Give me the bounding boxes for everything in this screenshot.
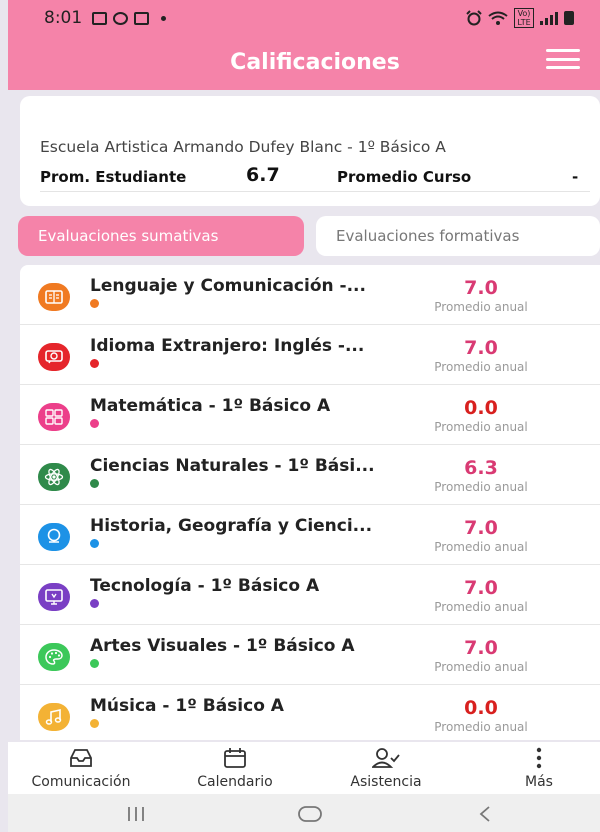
atom-icon bbox=[38, 463, 70, 491]
calculator-icon bbox=[38, 403, 70, 431]
status-time: 8:01 bbox=[44, 8, 83, 28]
inbox-icon bbox=[69, 746, 93, 770]
youtube-notification-icon bbox=[134, 11, 150, 25]
subject-grade: 0.0 bbox=[464, 697, 498, 719]
grade-label: Promedio anual bbox=[434, 300, 528, 314]
subject-color-dot bbox=[90, 479, 99, 488]
grade-label: Promedio anual bbox=[434, 720, 528, 734]
status-bar: 8:01 Vo) LTE bbox=[8, 0, 600, 36]
gallery-notification-icon bbox=[92, 11, 108, 25]
calendar-icon bbox=[223, 746, 247, 770]
more-vertical-icon bbox=[536, 746, 542, 770]
subject-grade: 7.0 bbox=[464, 337, 498, 359]
subject-name: Idioma Extranjero: Inglés -... bbox=[90, 336, 365, 356]
more-notifications-icon bbox=[161, 15, 167, 21]
app-header: 8:01 Vo) LTE Calificaciones bbox=[8, 0, 600, 90]
subject-color-dot bbox=[90, 719, 99, 728]
subject-list[interactable]: Lenguaje y Comunicación -... 7.0 Promedio … bbox=[20, 265, 600, 740]
grade-label: Promedio anual bbox=[434, 540, 528, 554]
subject-row[interactable]: Artes Visuales - 1º Básico A 7.0 Promedio … bbox=[20, 625, 600, 685]
nav-label: Comunicación bbox=[31, 774, 131, 790]
grade-label: Promedio anual bbox=[434, 600, 528, 614]
subject-name: Matemática - 1º Básico A bbox=[90, 396, 331, 416]
subject-row[interactable]: Ciencias Naturales - 1º Bási... 6.3 Promed… bbox=[20, 445, 600, 505]
subject-name: Lenguaje y Comunicación -... bbox=[90, 276, 366, 296]
averages-row: Prom. Estudiante 6.7 Promedio Curso - bbox=[40, 164, 590, 192]
whatsapp-notification-icon bbox=[113, 11, 129, 25]
course-average-value: - bbox=[572, 168, 579, 186]
course-average-label: Promedio Curso bbox=[337, 168, 472, 186]
user-check-icon bbox=[372, 746, 400, 770]
volte-indicator: Vo) LTE bbox=[514, 8, 534, 28]
subject-row[interactable]: Idioma Extranjero: Inglés -... 7.0 Promedi… bbox=[20, 325, 600, 385]
nav-mas[interactable]: Más bbox=[502, 742, 576, 794]
signal-icon bbox=[540, 11, 558, 25]
nav-label: Calendario bbox=[197, 774, 273, 790]
wifi-icon bbox=[488, 11, 508, 25]
page-title: Calificaciones bbox=[230, 49, 400, 75]
tab-evaluaciones-sumativas[interactable]: Evaluaciones sumativas bbox=[18, 216, 304, 256]
hamburger-menu-icon[interactable] bbox=[546, 46, 580, 72]
student-average-label: Prom. Estudiante bbox=[40, 168, 187, 186]
subject-color-dot bbox=[90, 539, 99, 548]
subject-row[interactable]: Matemática - 1º Básico A 0.0 Promedio anua… bbox=[20, 385, 600, 445]
recent-apps-icon[interactable] bbox=[126, 806, 146, 822]
subject-name: Música - 1º Básico A bbox=[90, 696, 284, 716]
back-icon[interactable] bbox=[478, 806, 492, 822]
nav-calendario[interactable]: Calendario bbox=[182, 742, 288, 794]
subject-name: Artes Visuales - 1º Básico A bbox=[90, 636, 355, 656]
subject-grade: 7.0 bbox=[464, 637, 498, 659]
nav-label: Más bbox=[525, 774, 553, 790]
system-navigation-bar bbox=[8, 794, 600, 832]
alarm-icon bbox=[466, 10, 482, 26]
subject-row[interactable]: Música - 1º Básico A 0.0 Promedio anual bbox=[20, 685, 600, 740]
subject-grade: 6.3 bbox=[464, 457, 498, 479]
subject-grade: 7.0 bbox=[464, 577, 498, 599]
language-icon bbox=[38, 283, 70, 311]
subject-row[interactable]: Historia, Geografía y Cienci... 7.0 Promed… bbox=[20, 505, 600, 565]
nav-label: Asistencia bbox=[350, 774, 422, 790]
grade-label: Promedio anual bbox=[434, 480, 528, 494]
grade-label: Promedio anual bbox=[434, 420, 528, 434]
subject-name: Tecnología - 1º Básico A bbox=[90, 576, 320, 596]
tab-evaluaciones-formativas[interactable]: Evaluaciones formativas bbox=[316, 216, 600, 256]
subject-color-dot bbox=[90, 299, 99, 308]
subject-grade: 0.0 bbox=[464, 397, 498, 419]
nav-comunicacion[interactable]: Comunicación bbox=[16, 742, 146, 794]
subject-grade: 7.0 bbox=[464, 277, 498, 299]
palette-icon bbox=[38, 643, 70, 671]
battery-icon bbox=[564, 11, 574, 25]
subject-name: Historia, Geografía y Cienci... bbox=[90, 516, 373, 536]
student-average-value: 6.7 bbox=[246, 164, 280, 186]
foreign-language-icon bbox=[38, 343, 70, 371]
school-name: Escuela Artistica Armando Dufey Blanc - … bbox=[40, 138, 446, 156]
subject-color-dot bbox=[90, 419, 99, 428]
subject-color-dot bbox=[90, 659, 99, 668]
subject-color-dot bbox=[90, 599, 99, 608]
subject-grade: 7.0 bbox=[464, 517, 498, 539]
grade-label: Promedio anual bbox=[434, 360, 528, 374]
music-note-icon bbox=[38, 703, 70, 731]
bottom-navigation: Comunicación Calendario Asistencia Más bbox=[8, 742, 600, 794]
subject-color-dot bbox=[90, 359, 99, 368]
globe-icon bbox=[38, 523, 70, 551]
subject-row[interactable]: Lenguaje y Comunicación -... 7.0 Promedio … bbox=[20, 265, 600, 325]
nav-asistencia[interactable]: Asistencia bbox=[334, 742, 438, 794]
subject-row[interactable]: Tecnología - 1º Básico A 7.0 Promedio anua… bbox=[20, 565, 600, 625]
grade-label: Promedio anual bbox=[434, 660, 528, 674]
subject-name: Ciencias Naturales - 1º Bási... bbox=[90, 456, 375, 476]
school-summary-card: Escuela Artistica Armando Dufey Blanc - … bbox=[20, 96, 600, 206]
home-icon[interactable] bbox=[298, 806, 322, 822]
computer-icon bbox=[38, 583, 70, 611]
